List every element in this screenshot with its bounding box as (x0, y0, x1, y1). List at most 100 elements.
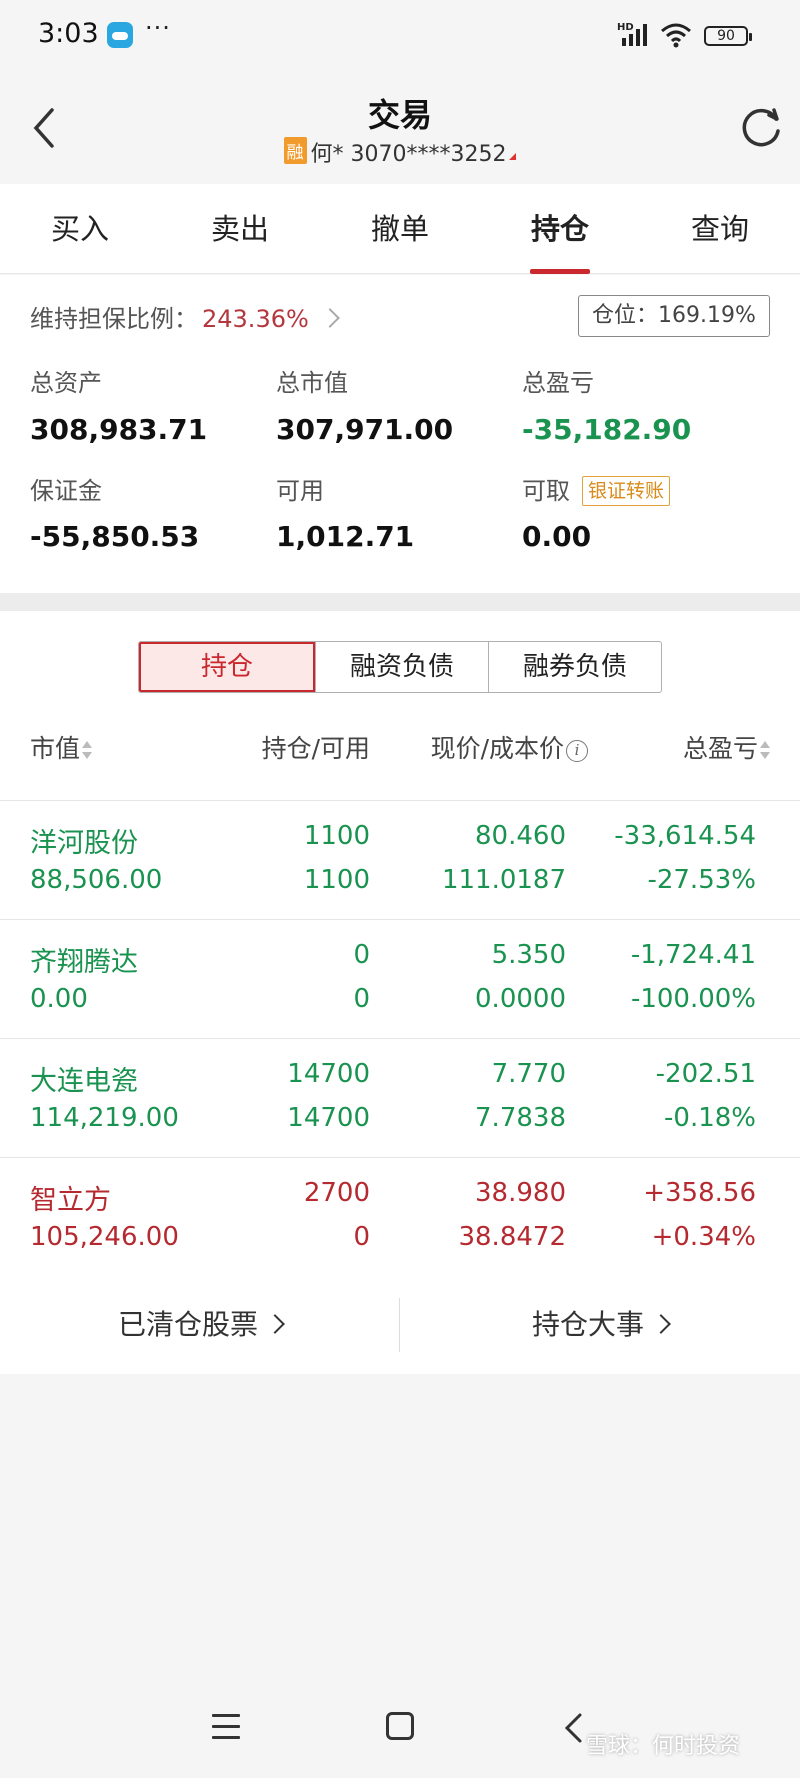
position-ratio-box: 仓位：169.19% (578, 295, 770, 337)
stock-pl: -202.51 (655, 1059, 756, 1089)
sort-icon (82, 741, 93, 759)
account-summary: 维持担保比例： 243.36% 仓位：169.19% 总资产 308,983.71… (0, 275, 800, 593)
holdings-panel: 持仓 融资负债 融券负债 市值 持仓/可用 现价/成本价 i 总盈亏 洋河股份 8… (0, 611, 800, 1374)
tab-positions[interactable]: 持仓 (480, 184, 640, 274)
market-value-value: 307,971.00 (276, 413, 454, 446)
tab-sell[interactable]: 卖出 (160, 184, 320, 274)
stock-available: 1100 (303, 865, 370, 895)
column-label: 现价/成本价 (430, 734, 564, 763)
withdrawable-value: 0.00 (522, 520, 592, 553)
stock-available: 0 (353, 1222, 370, 1252)
stock-pl-pct: +0.34% (651, 1222, 756, 1252)
holding-events-link[interactable]: 持仓大事 (400, 1276, 800, 1374)
stock-name: 齐翔腾达 (30, 947, 138, 978)
chevron-right-icon (319, 308, 340, 328)
holding-row[interactable]: 齐翔腾达 0.00 0 0 5.350 0.0000 -1,724.41 -10… (0, 920, 800, 1039)
stock-price: 38.980 (475, 1178, 566, 1208)
tab-label: 查询 (690, 212, 749, 246)
sort-icon (760, 741, 770, 759)
refresh-icon[interactable] (736, 102, 786, 152)
account-number: 何* 3070****3252 (310, 142, 507, 167)
market-value-label: 总市值 (276, 369, 348, 397)
available-value: 1,012.71 (276, 520, 415, 553)
stock-cost: 0.0000 (475, 984, 566, 1014)
stock-price: 5.350 (491, 940, 566, 970)
available-label: 可用 (276, 477, 324, 505)
stock-pl-pct: -0.18% (664, 1103, 756, 1133)
margin-value: -55,850.53 (30, 520, 200, 553)
stock-name: 洋河股份 (30, 828, 138, 859)
home-icon[interactable] (386, 1712, 414, 1740)
stock-name: 智立方 (30, 1185, 111, 1216)
holding-row[interactable]: 洋河股份 88,506.00 1100 1100 80.460 111.0187… (0, 801, 800, 920)
stock-qty: 1100 (303, 821, 370, 851)
stock-pl: -1,724.41 (630, 940, 756, 970)
status-time: 3:03 (38, 18, 99, 49)
watermark: 雪球：何时投资 (586, 1734, 741, 1759)
column-market-value[interactable]: 市值 (30, 729, 93, 765)
segment-positions[interactable]: 持仓 (139, 642, 315, 692)
tab-query[interactable]: 查询 (640, 184, 800, 274)
system-nav-bar: 雪球：何时投资 (0, 1684, 800, 1778)
segment-short-debt[interactable]: 融券负债 (488, 642, 661, 692)
account-selector[interactable]: 融何* 3070****3252 (0, 136, 800, 168)
active-tab-indicator (530, 269, 590, 274)
page-title: 交易 (367, 96, 432, 134)
stock-cost: 111.0187 (441, 865, 566, 895)
chevron-right-icon (651, 1314, 671, 1334)
stock-cost: 38.8472 (458, 1222, 566, 1252)
total-pl-label: 总盈亏 (522, 369, 594, 397)
info-icon[interactable]: i (566, 740, 588, 762)
column-qty: 持仓/可用 (262, 729, 370, 765)
holding-row[interactable]: 大连电瓷 114,219.00 14700 14700 7.770 7.7838… (0, 1039, 800, 1158)
column-price: 现价/成本价 i (431, 729, 588, 765)
stock-available: 0 (353, 984, 370, 1014)
total-assets-label: 总资产 (30, 369, 102, 397)
trade-tabs: 买入 卖出 撤单 持仓 查询 (0, 184, 800, 274)
section-divider (0, 593, 800, 611)
stock-cost: 7.7838 (475, 1103, 566, 1133)
margin-label: 保证金 (30, 477, 102, 505)
total-assets-value: 308,983.71 (30, 413, 208, 446)
stock-qty: 0 (353, 940, 370, 970)
column-total-pl[interactable]: 总盈亏 (683, 729, 770, 765)
tab-label: 卖出 (210, 212, 269, 246)
dropdown-triangle-icon (509, 153, 517, 160)
tab-label: 持仓 (530, 212, 589, 246)
chevron-right-icon (265, 1314, 285, 1334)
cleared-stocks-link[interactable]: 已清仓股票 (0, 1276, 400, 1374)
bank-transfer-button[interactable]: 银证转账 (582, 476, 671, 506)
status-bar: 3:03 ··· HD 90 (0, 0, 800, 72)
stock-price: 80.460 (475, 821, 566, 851)
more-notifications-icon: ··· (145, 14, 171, 42)
column-label: 总盈亏 (682, 734, 758, 763)
menu-icon[interactable] (212, 1714, 240, 1740)
wifi-icon (661, 23, 691, 48)
segment-margin-debt[interactable]: 融资负债 (315, 642, 488, 692)
hd-indicator: HD (617, 22, 634, 33)
battery-icon: 90 (704, 26, 752, 46)
maintenance-ratio-row[interactable]: 维持担保比例： 243.36% (30, 299, 340, 334)
column-label: 市值 (30, 734, 81, 763)
ratio-value: 243.36% (202, 305, 309, 333)
stock-market-value: 0.00 (30, 984, 88, 1014)
stock-pl: +358.56 (643, 1178, 756, 1208)
tab-buy[interactable]: 买入 (0, 184, 160, 274)
tab-label: 撤单 (370, 212, 429, 246)
app-header: 交易 融何* 3070****3252 (0, 72, 800, 184)
stock-qty: 2700 (303, 1178, 370, 1208)
weather-app-icon (107, 22, 133, 48)
column-label: 持仓/可用 (261, 734, 370, 763)
withdrawable-label: 可取 (522, 477, 570, 505)
stock-price: 7.770 (491, 1059, 566, 1089)
holding-row[interactable]: 智立方 105,246.00 2700 0 38.980 38.8472 +35… (0, 1158, 800, 1277)
ratio-label: 维持担保比例： (30, 305, 198, 333)
link-label: 持仓大事 (531, 1308, 644, 1341)
tab-label: 买入 (50, 212, 109, 246)
stock-pl-pct: -100.00% (630, 984, 756, 1014)
stock-market-value: 88,506.00 (30, 865, 163, 895)
link-label: 已清仓股票 (117, 1308, 258, 1341)
tab-cancel-order[interactable]: 撤单 (320, 184, 480, 274)
stock-pl-pct: -27.53% (647, 865, 756, 895)
back-icon[interactable] (562, 1712, 586, 1744)
